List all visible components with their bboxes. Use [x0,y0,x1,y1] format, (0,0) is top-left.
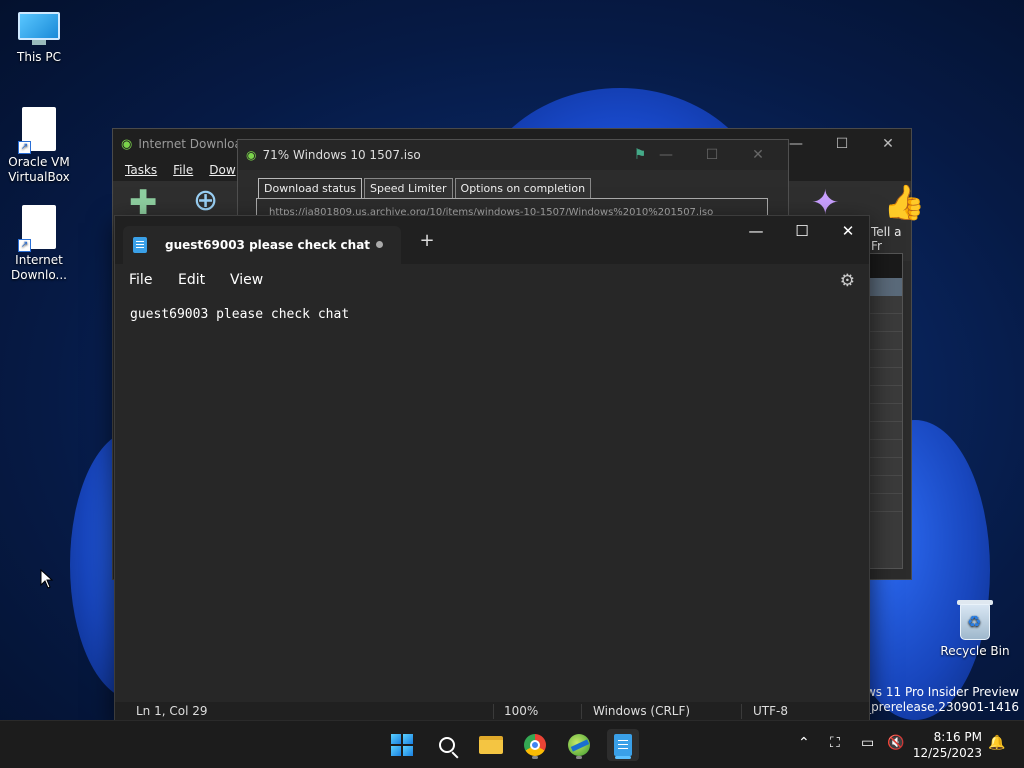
tab-download-status[interactable]: Download status [258,178,362,198]
notepad-taskbar-button[interactable] [607,729,639,761]
file-shortcut-icon: ↗ [18,107,56,154]
taskbar: ⌃ ⛶ ▭ 🔇 8:16 PM 12/25/2023 🔔 [0,720,1024,768]
idm-logo-icon: ◉ [121,136,133,152]
menu-view[interactable]: View [230,272,263,288]
start-button[interactable] [386,729,418,761]
notepad-tab[interactable]: guest69003 please check chat [123,226,401,264]
notification-bell-icon[interactable]: 🔔 [988,735,1005,751]
notepad-window[interactable]: guest69003 please check chat + — ☐ ✕ Fil… [114,215,870,720]
recycle-bin-icon: ♻ [956,598,994,640]
file-explorer-button[interactable] [475,729,507,761]
tab-title: guest69003 please check chat [165,238,371,252]
unsaved-indicator[interactable] [376,241,383,248]
tab-options-on-completion[interactable]: Options on completion [454,178,592,198]
zoom-level: 100% [504,704,539,718]
menu-file[interactable]: File [173,163,193,177]
chevron-up-icon[interactable]: ⌃ [798,735,810,751]
monitor-icon [18,12,60,46]
chrome-button[interactable] [519,729,551,761]
minimize-button[interactable]: — [733,216,779,246]
idm-taskbar-button[interactable] [563,729,595,761]
notepad-icon [133,237,147,253]
menu-edit[interactable]: Edit [178,272,205,288]
clock-date: 12/25/2023 [912,746,982,760]
volume-muted-icon[interactable]: 🔇 [887,735,904,751]
desktop-icon-label: Oracle VM VirtualBox [8,155,70,184]
maximize-button[interactable]: ☐ [779,216,825,246]
notepad-titlebar[interactable]: guest69003 please check chat + — ☐ ✕ [115,216,869,264]
desktop-icon-label: Recycle Bin [940,644,1010,658]
menu-tasks[interactable]: Tasks [125,163,157,177]
file-shortcut-icon: ↗ [18,205,56,252]
network-offline-icon[interactable]: ⛶ [830,735,840,751]
close-button[interactable]: ✕ [736,140,780,170]
tell-a-friend-label: Tell a Fr [871,225,902,253]
desktop-icon-this-pc[interactable]: This PC [1,12,77,65]
line-ending: Windows (CRLF) [593,704,691,718]
resume-icon[interactable]: ⊕ [193,183,218,218]
close-button[interactable]: ✕ [825,216,871,246]
menu-downloads[interactable]: Dow [209,163,235,177]
new-tab-button[interactable]: + [415,230,439,251]
search-button[interactable] [431,729,463,761]
desktop: This PC ↗ Oracle VM VirtualBox ↗ Interne… [0,0,1024,720]
dialog-title: 71% Windows 10 1507.iso [262,148,421,162]
desktop-icon-idm[interactable]: ↗ Internet Downlo... [1,205,77,283]
editor-content[interactable]: guest69003 please check chat [130,307,349,322]
idm-icon [568,734,590,756]
dialog-tabs: Download status Speed Limiter Options on… [258,178,593,198]
clock-time: 8:16 PM [933,730,982,744]
chrome-icon [524,734,546,756]
maximize-button[interactable]: ☐ [690,140,734,170]
tab-speed-limiter[interactable]: Speed Limiter [363,178,453,198]
idm-logo-icon: ◉ [246,148,257,162]
notepad-icon [614,734,632,756]
windows-icon [391,734,413,756]
idm-title: Internet Downloa [138,137,242,151]
idm-download-list[interactable] [869,253,903,569]
text-editor[interactable]: guest69003 please check chat [115,298,869,702]
folder-icon [479,736,503,754]
display-icon[interactable]: ▭ [861,735,874,751]
menu-file[interactable]: File [129,272,152,288]
notepad-menubar: File Edit View ⚙ [115,264,869,298]
mouse-cursor-icon [40,569,54,589]
maximize-button[interactable]: ☐ [819,129,865,159]
cursor-position: Ln 1, Col 29 [136,704,208,718]
tell-a-friend-icon[interactable]: 👍 [883,183,925,223]
settings-gear-icon[interactable]: ⚙ [840,271,855,291]
close-button[interactable]: ✕ [865,129,911,159]
search-icon [439,737,455,753]
encoding: UTF-8 [753,704,788,718]
desktop-icon-label: Internet Downlo... [11,253,67,282]
status-bar: Ln 1, Col 29 100% Windows (CRLF) UTF-8 [115,702,869,720]
clock[interactable]: 8:16 PM 12/25/2023 [913,729,982,761]
minimize-button[interactable]: — [644,140,688,170]
desktop-icon-label: This PC [17,50,61,64]
desktop-icon-virtualbox[interactable]: ↗ Oracle VM VirtualBox [1,107,77,185]
desktop-icon-recycle-bin[interactable]: ♻ Recycle Bin [937,598,1013,659]
